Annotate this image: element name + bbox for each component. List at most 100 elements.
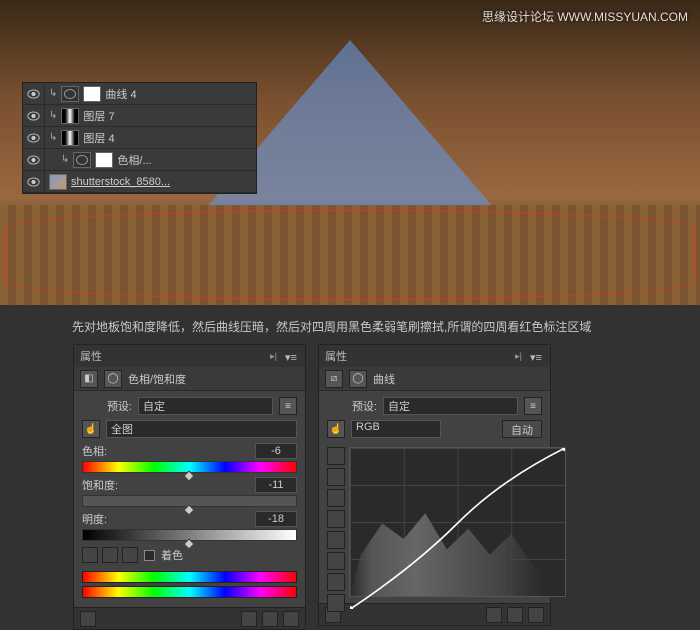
mask-toggle-icon[interactable]: ◯ (349, 370, 367, 388)
panel-menu-icon[interactable]: ▾≡ (285, 351, 299, 361)
panel-header[interactable]: 属性 ▸| ▾≡ (74, 345, 305, 367)
layer-name: shutterstock_8580... (71, 176, 170, 188)
panel-title: 属性 (325, 348, 347, 364)
curve-editor[interactable] (349, 447, 566, 597)
clip-icon: ↳ (49, 132, 57, 143)
eyedropper-subtract-icon[interactable] (122, 547, 138, 563)
preset-dropdown[interactable]: 自定 (138, 397, 273, 415)
adjustment-thumb (61, 86, 79, 102)
visibility-toggle[interactable] (23, 127, 45, 149)
panel-footer (74, 607, 305, 629)
clip-to-layer-icon[interactable] (80, 611, 96, 627)
curve-smooth-icon[interactable] (327, 489, 345, 507)
color-bar-bottom[interactable] (82, 586, 297, 598)
curve-pencil-tool-icon[interactable] (327, 468, 345, 486)
layers-panel[interactable]: ↳ 曲线 4 ↳ 图层 7 ↳ 图层 4 ↳ 色相/... shutterstock_8… (22, 82, 257, 194)
eye-icon (27, 177, 40, 187)
view-previous-icon[interactable] (241, 611, 257, 627)
layer-row[interactable]: ↳ 图层 4 (23, 127, 256, 149)
preset-dropdown[interactable]: 自定 (383, 397, 518, 415)
range-dropdown[interactable]: 全图 (106, 420, 297, 438)
clip-icon: ↳ (49, 88, 57, 99)
collapse-icon[interactable]: ▸| (515, 351, 522, 362)
lightness-slider[interactable] (82, 529, 297, 541)
saturation-slider[interactable] (82, 495, 297, 507)
colorize-row: 着色 (82, 547, 297, 563)
selection-outline (5, 210, 695, 300)
panel-header[interactable]: 属性 ▸| ▾≡ (319, 345, 550, 367)
eyedropper-white-icon[interactable] (327, 552, 345, 570)
visibility-toggle[interactable] (23, 171, 45, 193)
hue-label: 色相: (82, 443, 255, 459)
panel-menu-icon[interactable]: ▾≡ (530, 351, 544, 361)
eye-icon (27, 111, 40, 121)
channel-row: ☝ RGB 自动 (327, 420, 542, 438)
layer-name: 图层 7 (83, 108, 114, 124)
finger-scrub-icon[interactable]: ☝ (327, 420, 345, 438)
visibility-toggle[interactable] (23, 149, 45, 171)
reset-icon[interactable] (262, 611, 278, 627)
colorize-checkbox[interactable] (144, 550, 155, 561)
eyedropper-gray-icon[interactable] (327, 531, 345, 549)
range-row: ☝ 全图 (82, 420, 297, 438)
eye-icon (27, 155, 40, 165)
layer-name: 色相/... (117, 152, 151, 168)
eyedropper-icon[interactable] (82, 547, 98, 563)
adjustment-icon[interactable]: ⧄ (325, 370, 343, 388)
saturation-label: 饱和度: (82, 477, 255, 493)
color-bar-top[interactable] (82, 571, 297, 583)
visibility-toggle[interactable] (23, 83, 45, 105)
layer-thumb (61, 108, 79, 124)
layer-name: 图层 4 (83, 130, 114, 146)
lightness-value[interactable]: -18 (255, 511, 297, 527)
layer-row[interactable]: ↳ 色相/... (23, 149, 256, 171)
curve-clip-icon[interactable] (327, 594, 345, 612)
color-range-bars (82, 571, 297, 598)
saturation-value[interactable]: -11 (255, 477, 297, 493)
preset-menu-icon[interactable]: ≡ (524, 397, 542, 415)
curve-point-tool-icon[interactable] (327, 447, 345, 465)
delete-icon[interactable] (283, 611, 299, 627)
curve-edit-icon[interactable] (327, 573, 345, 591)
layer-thumb (61, 130, 79, 146)
eyedropper-black-icon[interactable] (327, 510, 345, 528)
eyedropper-tools (82, 547, 138, 563)
panel-subheader: ◧ ◯ 色相/饱和度 (74, 367, 305, 391)
hsl-properties-panel: 属性 ▸| ▾≡ ◧ ◯ 色相/饱和度 预设: 自定 ≡ ☝ 全图 色相:-6 … (73, 344, 306, 630)
hue-value[interactable]: -6 (255, 443, 297, 459)
colorize-label: 着色 (161, 547, 183, 563)
adjustment-type: 曲线 (373, 371, 395, 387)
layer-name: 曲线 4 (105, 86, 136, 102)
auto-button[interactable]: 自动 (502, 420, 542, 438)
eyedropper-add-icon[interactable] (102, 547, 118, 563)
panel-title: 属性 (80, 348, 102, 364)
eye-icon (27, 133, 40, 143)
adjustment-thumb (73, 152, 91, 168)
mask-toggle-icon[interactable]: ◯ (104, 370, 122, 388)
saturation-slider-row: 饱和度:-11 (82, 477, 297, 507)
channel-dropdown[interactable]: RGB (351, 420, 441, 438)
curve-line (350, 448, 565, 609)
preset-row: 预设: 自定 ≡ (82, 397, 297, 415)
image-thumb (49, 174, 67, 190)
lightness-slider-row: 明度:-18 (82, 511, 297, 541)
collapse-icon[interactable]: ▸| (270, 351, 277, 362)
hue-slider-row: 色相:-6 (82, 443, 297, 473)
preset-row: 预设: 自定 ≡ (327, 397, 542, 415)
layer-row[interactable]: ↳ 图层 7 (23, 105, 256, 127)
layer-row[interactable]: ↳ 曲线 4 (23, 83, 256, 105)
visibility-toggle[interactable] (23, 105, 45, 127)
eye-icon (27, 89, 40, 99)
hue-slider[interactable] (82, 461, 297, 473)
finger-scrub-icon[interactable]: ☝ (82, 420, 100, 438)
preset-menu-icon[interactable]: ≡ (279, 397, 297, 415)
adjustment-icon[interactable]: ◧ (80, 370, 98, 388)
watermark-text: 思缘设计论坛 WWW.MISSYUAN.COM (482, 8, 688, 25)
clip-icon: ↳ (61, 154, 69, 165)
mask-thumb (83, 86, 101, 102)
image-viewport: 思缘设计论坛 WWW.MISSYUAN.COM ↳ 曲线 4 ↳ 图层 7 ↳ 图层 … (0, 0, 700, 305)
curves-properties-panel: 属性 ▸| ▾≡ ⧄ ◯ 曲线 预设: 自定 ≡ ☝ RGB 自动 (318, 344, 551, 626)
preset-label: 预设: (82, 398, 132, 414)
clip-icon: ↳ (49, 110, 57, 121)
layer-row[interactable]: shutterstock_8580... (23, 171, 256, 193)
